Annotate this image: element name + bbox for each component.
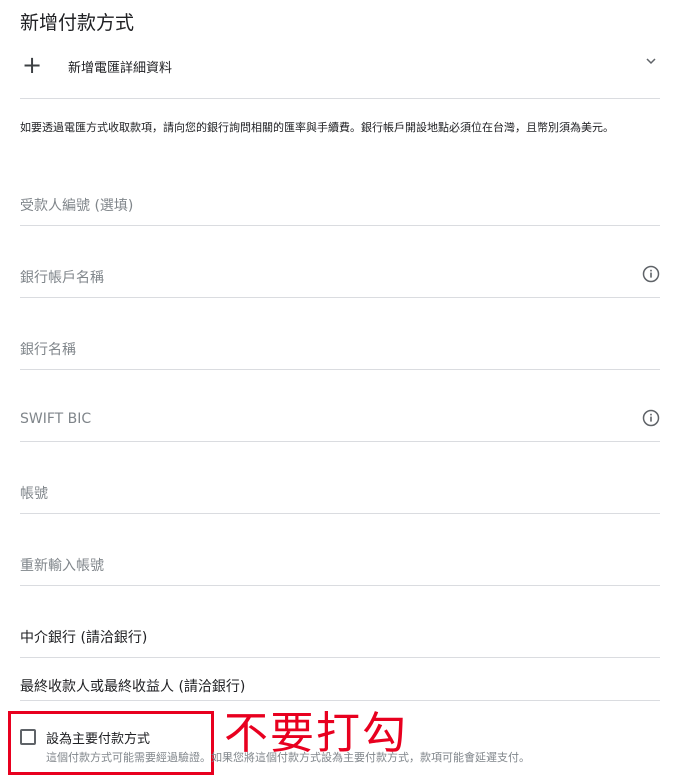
confirm-account-number-field[interactable]: 重新輸入帳號 xyxy=(20,551,660,586)
intermediary-bank-field[interactable]: 中介銀行 (請洽銀行) xyxy=(20,623,660,658)
page-title: 新增付款方式 xyxy=(20,12,135,34)
bank-name-placeholder: 銀行名稱 xyxy=(20,342,76,358)
plus-icon: + xyxy=(22,51,43,79)
info-icon[interactable] xyxy=(642,265,660,283)
account-number-placeholder: 帳號 xyxy=(20,486,48,502)
bank-account-name-field[interactable]: 銀行帳戶名稱 xyxy=(20,263,660,298)
payee-id-field[interactable]: 受款人編號 (選填) xyxy=(20,191,660,226)
primary-payment-checkbox[interactable] xyxy=(20,729,36,745)
add-wire-details-label: 新增電匯詳細資料 xyxy=(68,61,173,76)
intermediary-bank-label: 中介銀行 (請洽銀行) xyxy=(20,630,148,646)
final-beneficiary-label: 最終收款人或最終收益人 (請洽銀行) xyxy=(20,679,246,695)
primary-payment-label[interactable]: 設為主要付款方式 xyxy=(46,728,150,747)
annotation-text: 不要打勾 xyxy=(224,708,408,759)
bank-name-field[interactable]: 銀行名稱 xyxy=(20,335,660,370)
payee-id-placeholder: 受款人編號 (選填) xyxy=(20,198,134,214)
divider xyxy=(20,98,660,99)
bank-account-name-placeholder: 銀行帳戶名稱 xyxy=(20,270,104,286)
swift-bic-placeholder: SWIFT BIC xyxy=(20,411,92,427)
account-number-field[interactable]: 帳號 xyxy=(20,479,660,514)
wire-transfer-notice: 如要透過電匯方式收取款項，請向您的銀行詢問相關的匯率與手續費。銀行帳戶開設地點必… xyxy=(20,121,614,134)
confirm-account-number-placeholder: 重新輸入帳號 xyxy=(20,558,104,574)
add-wire-details-row[interactable]: + 新增電匯詳細資料 xyxy=(20,50,660,82)
info-icon[interactable] xyxy=(642,409,660,427)
chevron-down-icon[interactable] xyxy=(646,56,656,66)
swift-bic-field[interactable]: SWIFT BIC xyxy=(20,407,660,442)
